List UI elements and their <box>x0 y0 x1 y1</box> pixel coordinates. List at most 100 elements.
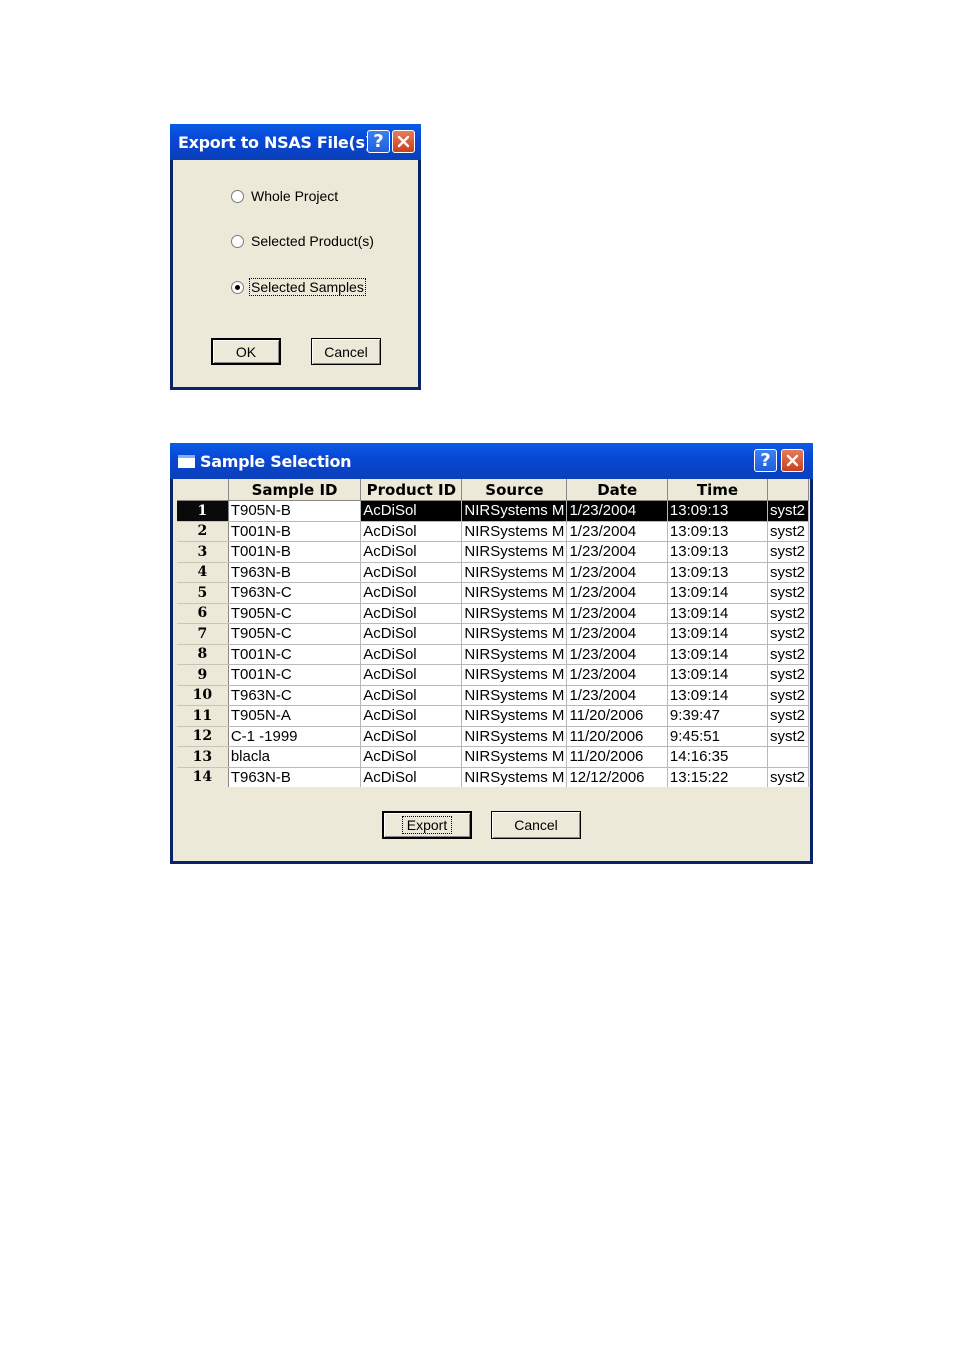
ok-button[interactable]: OK <box>211 338 281 365</box>
export-dialog-titlebar[interactable]: Export to NSAS File(s) ? <box>170 124 421 160</box>
product-id-cell[interactable]: AcDiSol <box>360 767 463 787</box>
date-cell[interactable]: 11/20/2006 <box>566 726 668 747</box>
column-header-date[interactable]: Date <box>566 479 668 501</box>
sample-id-cell[interactable]: T905N-A <box>228 705 362 727</box>
date-cell[interactable]: 11/20/2006 <box>566 746 668 768</box>
product-id-cell[interactable]: AcDiSol <box>360 500 463 522</box>
sample-id-cell[interactable]: T963N-B <box>228 767 362 787</box>
row-number[interactable]: 14 <box>177 767 229 787</box>
column-header-sample-id[interactable]: Sample ID <box>228 479 362 501</box>
extra-cell[interactable]: syst2 <box>767 582 809 604</box>
product-id-cell[interactable]: AcDiSol <box>360 685 463 706</box>
product-id-cell[interactable]: AcDiSol <box>360 521 463 542</box>
date-cell[interactable]: 1/23/2004 <box>566 582 668 604</box>
row-number[interactable]: 11 <box>177 705 229 727</box>
product-id-cell[interactable]: AcDiSol <box>360 623 463 645</box>
time-cell[interactable]: 13:09:13 <box>667 521 769 542</box>
help-button[interactable]: ? <box>754 449 777 472</box>
row-number[interactable]: 13 <box>177 746 229 768</box>
table-row[interactable]: 5 T963N-C AcDiSol NIRSystems M 1/23/2004 13:0… <box>177 582 809 604</box>
row-number[interactable]: 3 <box>177 541 229 563</box>
product-id-cell[interactable]: AcDiSol <box>360 746 463 768</box>
help-button[interactable]: ? <box>367 130 390 153</box>
column-header-extra[interactable] <box>767 479 809 501</box>
row-number[interactable]: 12 <box>177 726 229 747</box>
radio-button[interactable] <box>231 280 244 294</box>
source-cell[interactable]: NIRSystems M <box>461 644 568 665</box>
source-cell[interactable]: NIRSystems M <box>461 562 568 583</box>
sample-id-cell[interactable]: T963N-C <box>228 582 362 604</box>
date-cell[interactable]: 12/12/2006 <box>566 767 668 787</box>
table-row[interactable]: 13 blacla AcDiSol NIRSystems M 11/20/2006 14:… <box>177 746 809 768</box>
cancel-button[interactable]: Cancel <box>491 811 581 839</box>
product-id-cell[interactable]: AcDiSol <box>360 705 463 727</box>
time-cell[interactable]: 13:09:13 <box>667 500 769 522</box>
sample-id-cell[interactable]: T001N-B <box>228 541 362 563</box>
extra-cell[interactable]: syst2 <box>767 685 809 706</box>
time-cell[interactable]: 13:09:14 <box>667 623 769 645</box>
sample-id-cell[interactable]: T001N-C <box>228 664 362 686</box>
table-row[interactable]: 8 T001N-C AcDiSol NIRSystems M 1/23/2004 13:0… <box>177 644 809 665</box>
cancel-button[interactable]: Cancel <box>311 338 381 365</box>
time-cell[interactable]: 13:09:14 <box>667 685 769 706</box>
time-cell[interactable]: 13:09:14 <box>667 644 769 665</box>
table-row[interactable]: 12 C-1 -1999 AcDiSol NIRSystems M 11/20/2006… <box>177 726 809 747</box>
source-cell[interactable]: NIRSystems M <box>461 541 568 563</box>
date-cell[interactable]: 1/23/2004 <box>566 541 668 563</box>
date-cell[interactable]: 1/23/2004 <box>566 685 668 706</box>
extra-cell[interactable]: syst2 <box>767 644 809 665</box>
close-button[interactable] <box>781 449 804 472</box>
extra-cell[interactable]: syst2 <box>767 562 809 583</box>
sample-id-cell[interactable]: blacla <box>228 746 362 768</box>
radio-button[interactable] <box>231 234 244 248</box>
row-number[interactable]: 7 <box>177 623 229 645</box>
option-selected-products[interactable]: Selected Product(s) <box>231 231 375 251</box>
source-cell[interactable]: NIRSystems M <box>461 582 568 604</box>
table-row[interactable]: 3 T001N-B AcDiSol NIRSystems M 1/23/2004 13:0… <box>177 541 809 563</box>
time-cell[interactable]: 13:09:14 <box>667 582 769 604</box>
sample-id-cell[interactable]: T905N-B <box>228 500 362 522</box>
extra-cell[interactable] <box>767 746 809 768</box>
extra-cell[interactable]: syst2 <box>767 705 809 727</box>
radio-button[interactable] <box>231 189 244 203</box>
row-number[interactable]: 2 <box>177 521 229 542</box>
extra-cell[interactable]: syst2 <box>767 767 809 787</box>
extra-cell[interactable]: syst2 <box>767 541 809 563</box>
source-cell[interactable]: NIRSystems M <box>461 664 568 686</box>
date-cell[interactable]: 1/23/2004 <box>566 500 668 522</box>
extra-cell[interactable]: syst2 <box>767 521 809 542</box>
sample-id-cell[interactable]: C-1 -1999 <box>228 726 362 747</box>
sample-id-cell[interactable]: T905N-C <box>228 623 362 645</box>
time-cell[interactable]: 13:09:13 <box>667 562 769 583</box>
extra-cell[interactable]: syst2 <box>767 623 809 645</box>
product-id-cell[interactable]: AcDiSol <box>360 541 463 563</box>
table-row[interactable]: 14 T963N-B AcDiSol NIRSystems M 12/12/2006 13… <box>177 767 809 787</box>
table-row[interactable]: 10 T963N-C AcDiSol NIRSystems M 1/23/2004 13:… <box>177 685 809 706</box>
sample-dialog-titlebar[interactable]: Sample Selection ? <box>170 443 813 479</box>
table-row[interactable]: 6 T905N-C AcDiSol NIRSystems M 1/23/2004 13:0… <box>177 603 809 624</box>
column-header-source[interactable]: Source <box>461 479 568 501</box>
extra-cell[interactable]: syst2 <box>767 726 809 747</box>
table-row[interactable]: 2 T001N-B AcDiSol NIRSystems M 1/23/2004 13:0… <box>177 521 809 542</box>
source-cell[interactable]: NIRSystems M <box>461 521 568 542</box>
product-id-cell[interactable]: AcDiSol <box>360 726 463 747</box>
export-button[interactable]: Export <box>382 811 472 839</box>
table-row[interactable]: 1 T905N-B AcDiSol NIRSystems M 1/23/2004 13:0… <box>177 500 809 522</box>
time-cell[interactable]: 9:39:47 <box>667 705 769 727</box>
table-row[interactable]: 9 T001N-C AcDiSol NIRSystems M 1/23/2004 13:0… <box>177 664 809 686</box>
column-header-time[interactable]: Time <box>667 479 769 501</box>
sample-id-cell[interactable]: T905N-C <box>228 603 362 624</box>
date-cell[interactable]: 1/23/2004 <box>566 521 668 542</box>
source-cell[interactable]: NIRSystems M <box>461 603 568 624</box>
option-whole-project[interactable]: Whole Project <box>231 186 339 206</box>
source-cell[interactable]: NIRSystems M <box>461 746 568 768</box>
time-cell[interactable]: 13:09:14 <box>667 664 769 686</box>
table-row[interactable]: 4 T963N-B AcDiSol NIRSystems M 1/23/2004 13:0… <box>177 562 809 583</box>
extra-cell[interactable]: syst2 <box>767 664 809 686</box>
date-cell[interactable]: 11/20/2006 <box>566 705 668 727</box>
extra-cell[interactable]: syst2 <box>767 500 809 522</box>
product-id-cell[interactable]: AcDiSol <box>360 603 463 624</box>
date-cell[interactable]: 1/23/2004 <box>566 664 668 686</box>
time-cell[interactable]: 9:45:51 <box>667 726 769 747</box>
table-row[interactable]: 7 T905N-C AcDiSol NIRSystems M 1/23/2004 13:0… <box>177 623 809 645</box>
